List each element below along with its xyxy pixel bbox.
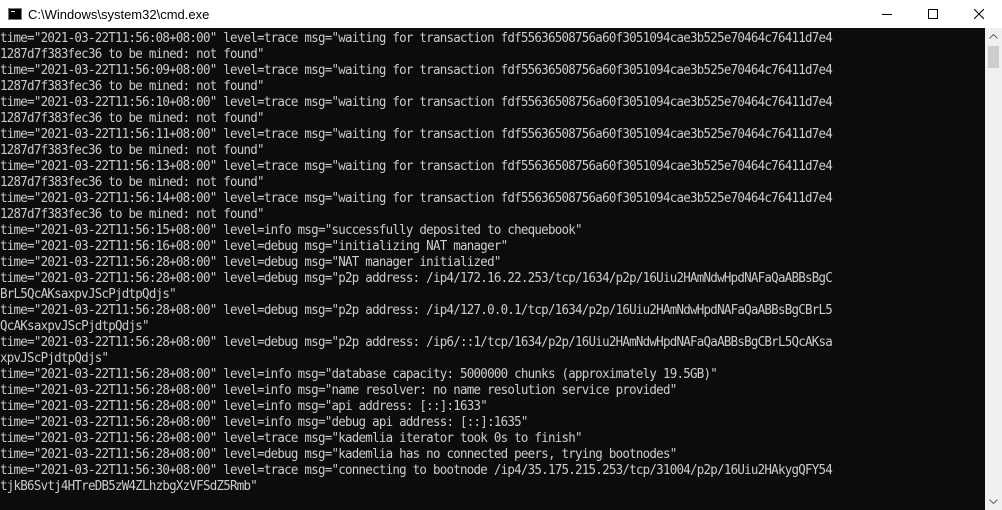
console-line: time="2021-03-22T11:56:28+08:00" level=i…	[0, 415, 528, 430]
console-line: time="2021-03-22T11:56:14+08:00" level=t…	[0, 191, 833, 206]
console-line: time="2021-03-22T11:56:08+08:00" level=t…	[0, 31, 833, 46]
console-line: time="2021-03-22T11:56:28+08:00" level=i…	[0, 383, 677, 398]
console-line: time="2021-03-22T11:56:28+08:00" level=d…	[0, 271, 833, 286]
console-icon[interactable]	[8, 8, 22, 20]
console-line: xpvJScPjdtpQdjs"	[0, 351, 109, 366]
console-line: time="2021-03-22T11:56:28+08:00" level=i…	[0, 399, 488, 414]
scroll-down-arrow-icon	[989, 499, 998, 504]
console-line: time="2021-03-22T11:56:28+08:00" level=i…	[0, 367, 718, 382]
title-bar[interactable]: C:\Windows\system32\cmd.exe	[0, 0, 1002, 28]
caption-buttons	[864, 0, 1002, 28]
scroll-up-button[interactable]	[985, 28, 1002, 45]
close-button[interactable]	[956, 0, 1002, 28]
console-line: time="2021-03-22T11:56:15+08:00" level=i…	[0, 223, 583, 238]
console-line: QcAKsaxpvJScPjdtpQdjs"	[0, 319, 150, 334]
console-line: tjkB6Svtj4HTreDB5zW4ZLhzbgXzVFSdZ5Rmb"	[0, 479, 258, 494]
console-line: time="2021-03-22T11:56:28+08:00" level=d…	[0, 303, 833, 318]
console-line: time="2021-03-22T11:56:16+08:00" level=d…	[0, 239, 508, 254]
console-line: time="2021-03-22T11:56:09+08:00" level=t…	[0, 63, 833, 78]
console-line: 1287d7f383fec36 to be mined: not found"	[0, 79, 265, 94]
console-line: 1287d7f383fec36 to be mined: not found"	[0, 175, 265, 190]
close-icon	[974, 9, 984, 19]
scroll-thumb[interactable]	[988, 46, 999, 68]
minimize-button[interactable]	[864, 0, 910, 28]
console-output[interactable]: time="2021-03-22T11:56:08+08:00" level=t…	[0, 28, 985, 510]
console-line: 1287d7f383fec36 to be mined: not found"	[0, 111, 265, 126]
console-line: time="2021-03-22T11:56:11+08:00" level=t…	[0, 127, 833, 142]
console-line: time="2021-03-22T11:56:13+08:00" level=t…	[0, 159, 833, 174]
minimize-icon	[882, 14, 892, 15]
scroll-up-arrow-icon	[989, 34, 998, 39]
window-title: C:\Windows\system32\cmd.exe	[28, 6, 210, 22]
vertical-scrollbar[interactable]	[985, 28, 1002, 510]
scroll-down-button[interactable]	[985, 493, 1002, 510]
console-line: time="2021-03-22T11:56:28+08:00" level=t…	[0, 431, 583, 446]
console-line: time="2021-03-22T11:56:10+08:00" level=t…	[0, 95, 833, 110]
console-line: time="2021-03-22T11:56:28+08:00" level=d…	[0, 447, 677, 462]
console-line: time="2021-03-22T11:56:28+08:00" level=d…	[0, 335, 833, 350]
maximize-icon	[928, 9, 938, 19]
console-line: BrL5QcAKsaxpvJScPjdtpQdjs"	[0, 287, 177, 302]
console-line: 1287d7f383fec36 to be mined: not found"	[0, 47, 265, 62]
console-line: 1287d7f383fec36 to be mined: not found"	[0, 143, 265, 158]
console-line: time="2021-03-22T11:56:30+08:00" level=t…	[0, 463, 833, 478]
console-line: 1287d7f383fec36 to be mined: not found"	[0, 207, 265, 222]
maximize-button[interactable]	[910, 0, 956, 28]
console-line: time="2021-03-22T11:56:28+08:00" level=d…	[0, 255, 501, 270]
cmd-window: C:\Windows\system32\cmd.exe time="2021-0…	[0, 0, 1002, 510]
